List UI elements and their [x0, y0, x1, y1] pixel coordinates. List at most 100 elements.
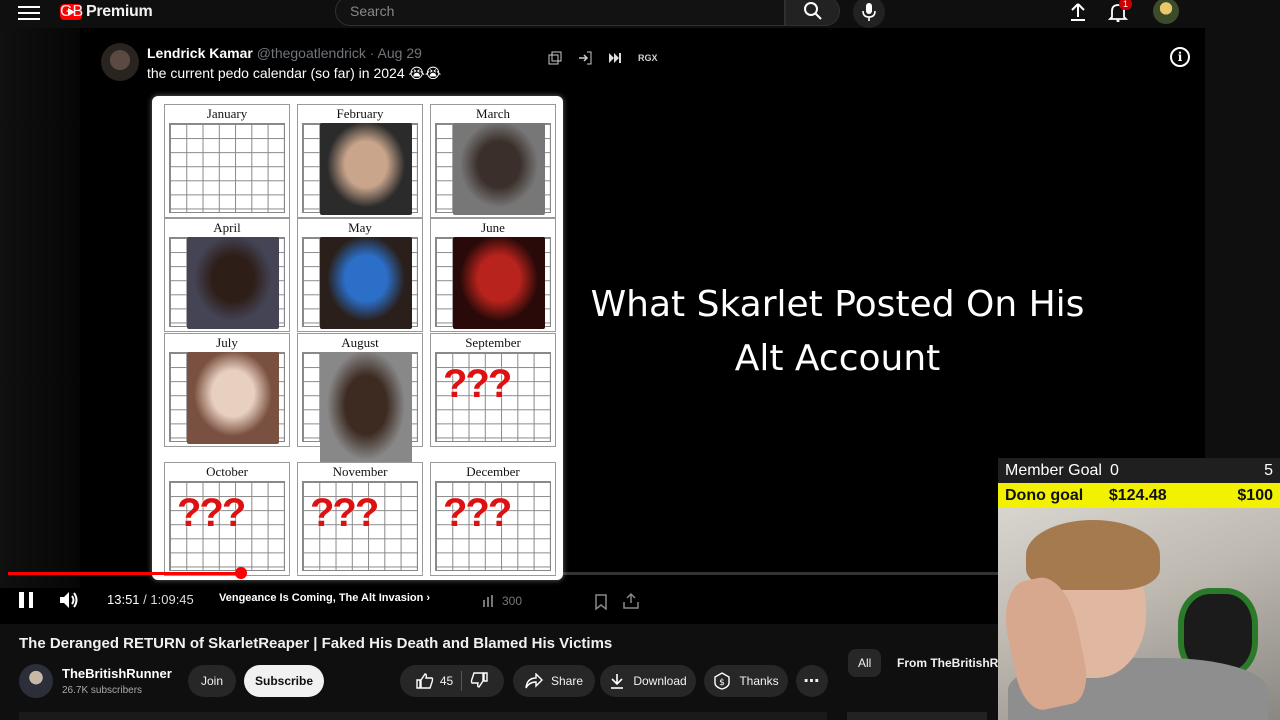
tweet-text: the current pedo calendar (so far) in 20… — [147, 65, 442, 81]
video-title: The Deranged RETURN of SkarletReaper | F… — [19, 635, 613, 652]
share-icon — [525, 673, 543, 689]
calendar-month-name: September — [465, 335, 521, 350]
chapter-button[interactable]: Vengeance Is Coming, The Alt Invasion › — [219, 592, 430, 604]
member-goal-label: Member Goal — [1005, 461, 1102, 479]
tweet-author-name: Lendrick Kamar — [147, 45, 253, 61]
duration: 1:09:45 — [150, 592, 194, 607]
account-avatar[interactable] — [1153, 0, 1179, 24]
more-icon: ⋯ — [803, 673, 821, 690]
logo-region: GB — [60, 3, 84, 20]
join-label: Join — [200, 674, 223, 688]
question-marks: ??? — [443, 362, 512, 406]
views-counter: 300 — [482, 594, 522, 608]
calendar-photo — [320, 123, 412, 215]
description-box-edge — [19, 712, 827, 720]
notification-badge: 1 — [1119, 0, 1133, 10]
like-count: 45 — [439, 674, 454, 688]
svg-text:$: $ — [719, 678, 725, 688]
skip-next-icon[interactable] — [605, 48, 625, 68]
member-goal-row: Member Goal 0 5 — [998, 458, 1280, 483]
calendar-photo — [187, 352, 279, 444]
share-label: Share — [550, 674, 584, 688]
subscribe-button[interactable]: Subscribe — [244, 665, 324, 697]
thumbs-up-icon — [416, 673, 434, 689]
volume-button[interactable] — [58, 590, 80, 610]
tweet-avatar — [101, 43, 139, 81]
calendar-month-name: October — [206, 464, 248, 479]
pause-button[interactable] — [16, 590, 36, 610]
calendar-photo — [453, 237, 545, 329]
calendar-month-name: June — [481, 220, 505, 235]
copy-icon[interactable] — [545, 48, 565, 68]
logo-text: Premium — [86, 3, 153, 20]
like-button[interactable]: 45 — [416, 673, 453, 689]
recommended-thumbnail-edge[interactable] — [847, 712, 987, 720]
member-goal-value: 0 — [1110, 461, 1119, 479]
calendar-month: April — [164, 218, 290, 332]
calendar-month: August — [297, 333, 423, 470]
thanks-button[interactable]: $ Thanks — [704, 665, 788, 697]
search-input[interactable]: Search — [335, 0, 785, 26]
calendar-month-name: December — [466, 464, 520, 479]
calendar-month-name: April — [213, 220, 241, 235]
create-button[interactable] — [1068, 2, 1088, 22]
question-marks: ??? — [443, 491, 512, 535]
calendar-month-name: July — [216, 335, 238, 350]
time-display: 13:51 / 1:09:45 — [107, 592, 194, 607]
menu-icon[interactable] — [18, 2, 40, 22]
channel-name[interactable]: TheBritishRunner — [62, 666, 172, 681]
webcam-feed — [998, 508, 1280, 720]
tweet-author: Lendrick Kamar @thegoatlendrick · Aug 29 — [147, 45, 422, 61]
share-out-icon[interactable] — [622, 592, 640, 610]
like-divider — [461, 671, 463, 691]
calendar-month: January — [164, 104, 290, 218]
bar-chart-icon — [483, 595, 493, 607]
calendar-month: May — [297, 218, 423, 332]
calendar-photo — [320, 352, 412, 470]
calendar-photo — [320, 237, 412, 329]
thumbs-down-icon — [470, 671, 488, 688]
download-button[interactable]: Download — [600, 665, 696, 697]
calendar-month: June — [430, 218, 556, 332]
top-bar: Premium GB Search 1 — [0, 0, 1280, 28]
share-button[interactable]: Share — [513, 665, 595, 697]
more-actions-button[interactable]: ⋯ — [796, 665, 828, 697]
thanks-label: Thanks — [739, 674, 779, 688]
video-overlay-title: What Skarlet Posted On His Alt Account — [590, 284, 1085, 379]
member-goal-target: 5 — [1264, 461, 1273, 479]
info-icon[interactable]: i — [1170, 47, 1190, 67]
calendar-month-name: January — [206, 106, 248, 121]
rgx-button[interactable]: RGX — [635, 48, 661, 68]
chevron-right-icon: › — [426, 592, 431, 604]
calendar-month: October??? — [164, 462, 290, 576]
voice-search-button[interactable] — [853, 0, 885, 28]
channel-avatar[interactable] — [19, 664, 53, 698]
pause-icon — [19, 592, 24, 608]
search-icon — [803, 2, 822, 20]
calendar-month-name: February — [336, 106, 384, 121]
progress-scrubber[interactable] — [235, 567, 247, 579]
thanks-icon: $ — [714, 672, 731, 690]
dislike-button[interactable] — [470, 671, 488, 691]
calendar-month: November??? — [297, 462, 423, 576]
calendar-month: March — [430, 104, 556, 218]
like-dislike-group: 45 — [400, 665, 504, 697]
download-label: Download — [633, 674, 687, 688]
chapter-title: Vengeance Is Coming, The Alt Invasion — [219, 592, 424, 604]
calendar-month-name: August — [341, 335, 379, 350]
calendar-month-name: November — [332, 464, 388, 479]
enter-icon[interactable] — [575, 48, 595, 68]
search-button[interactable] — [785, 0, 840, 26]
calendar-month: February — [297, 104, 423, 218]
player-toolbar: RGX — [545, 48, 661, 68]
tweet-handle: @thegoatlendrick · Aug 29 — [256, 45, 422, 61]
views-count: 300 — [502, 594, 523, 608]
stream-overlay: Member Goal 0 5 Dono goal $124.48 $100 — [998, 458, 1280, 720]
chip-all[interactable]: All — [848, 649, 882, 677]
bookmark-icon[interactable] — [594, 594, 608, 611]
join-button[interactable]: Join — [188, 665, 236, 697]
dono-goal-value: $124.48 — [1108, 486, 1167, 504]
question-marks: ??? — [177, 491, 246, 535]
player-side-shade — [0, 28, 80, 588]
dono-goal-label: Dono goal — [1005, 486, 1084, 504]
